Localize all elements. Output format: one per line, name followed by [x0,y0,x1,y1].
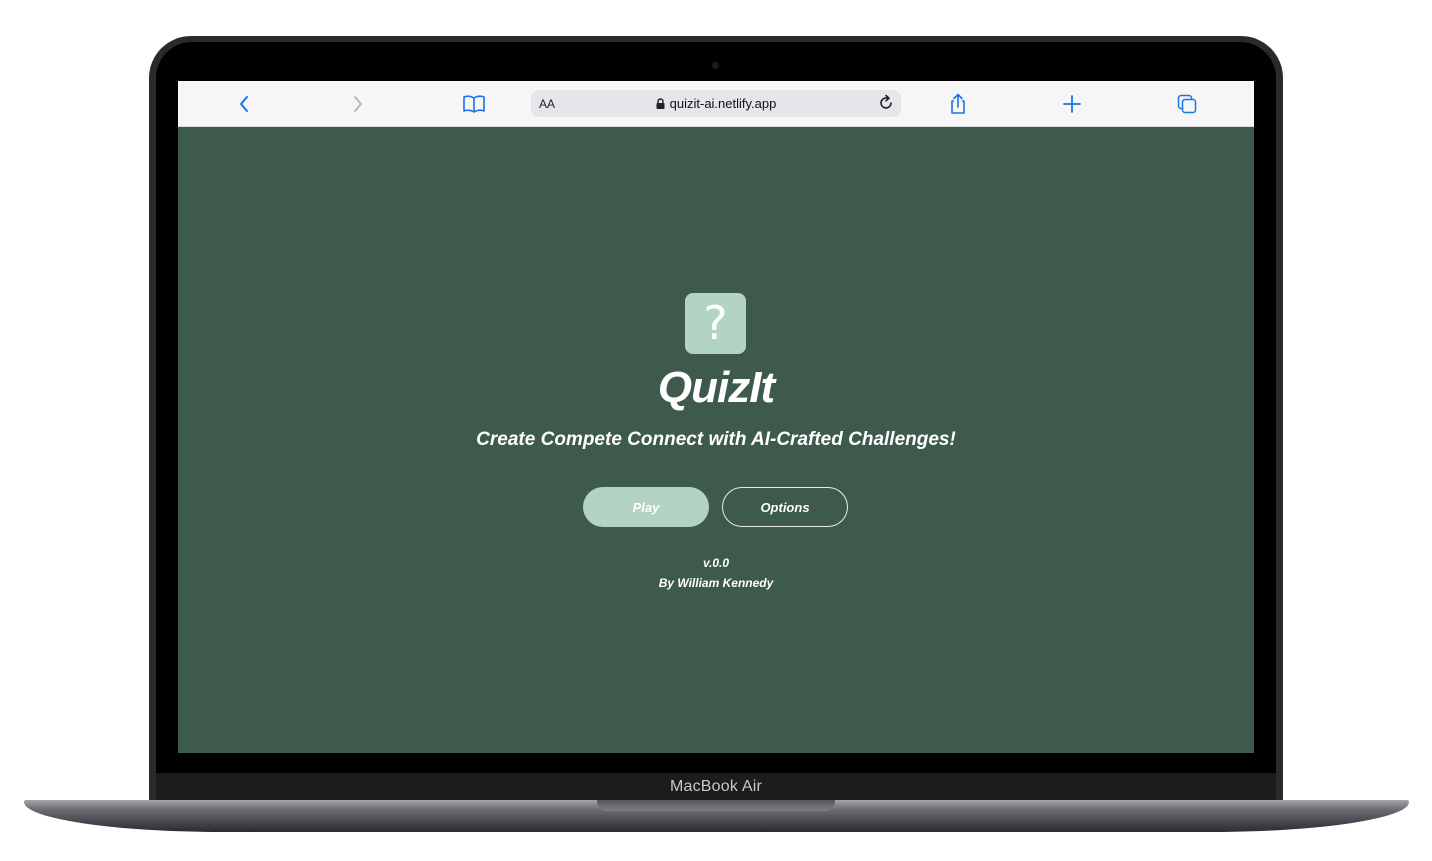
app-title: QuizIt [657,363,775,412]
reload-icon[interactable] [877,94,895,117]
question-mark-icon: ? [703,295,728,350]
browser-window: AA quizit-ai.netlify.app ? QuizIt Create… [178,81,1254,753]
tabs-icon[interactable] [1175,92,1199,116]
chevron-left-icon[interactable] [232,92,256,116]
author-credit: By William Kennedy [658,576,774,590]
app-content: ? QuizIt Create Compete Connect with AI-… [178,127,1254,753]
book-icon[interactable] [462,92,486,116]
app-tagline: Create Compete Connect with AI-Crafted C… [476,429,956,450]
share-icon[interactable] [946,92,970,116]
plus-icon[interactable] [1060,92,1084,116]
url-display[interactable]: quizit-ai.netlify.app [531,96,901,112]
chevron-right-icon[interactable] [346,92,370,116]
app-logo: ? [685,293,746,354]
browser-toolbar: AA quizit-ai.netlify.app [178,81,1254,127]
camera-icon [712,62,719,69]
device-model-label: MacBook Air [669,778,762,795]
address-bar[interactable]: AA quizit-ai.netlify.app [531,90,901,117]
laptop-chin: MacBook Air [156,773,1276,801]
url-text: quizit-ai.netlify.app [669,96,777,111]
laptop-hinge-notch [597,800,835,811]
version-text: v.0.0 [702,556,730,570]
options-button[interactable]: Options [722,487,848,527]
lock-icon [656,97,665,112]
play-button[interactable]: Play [583,487,709,527]
